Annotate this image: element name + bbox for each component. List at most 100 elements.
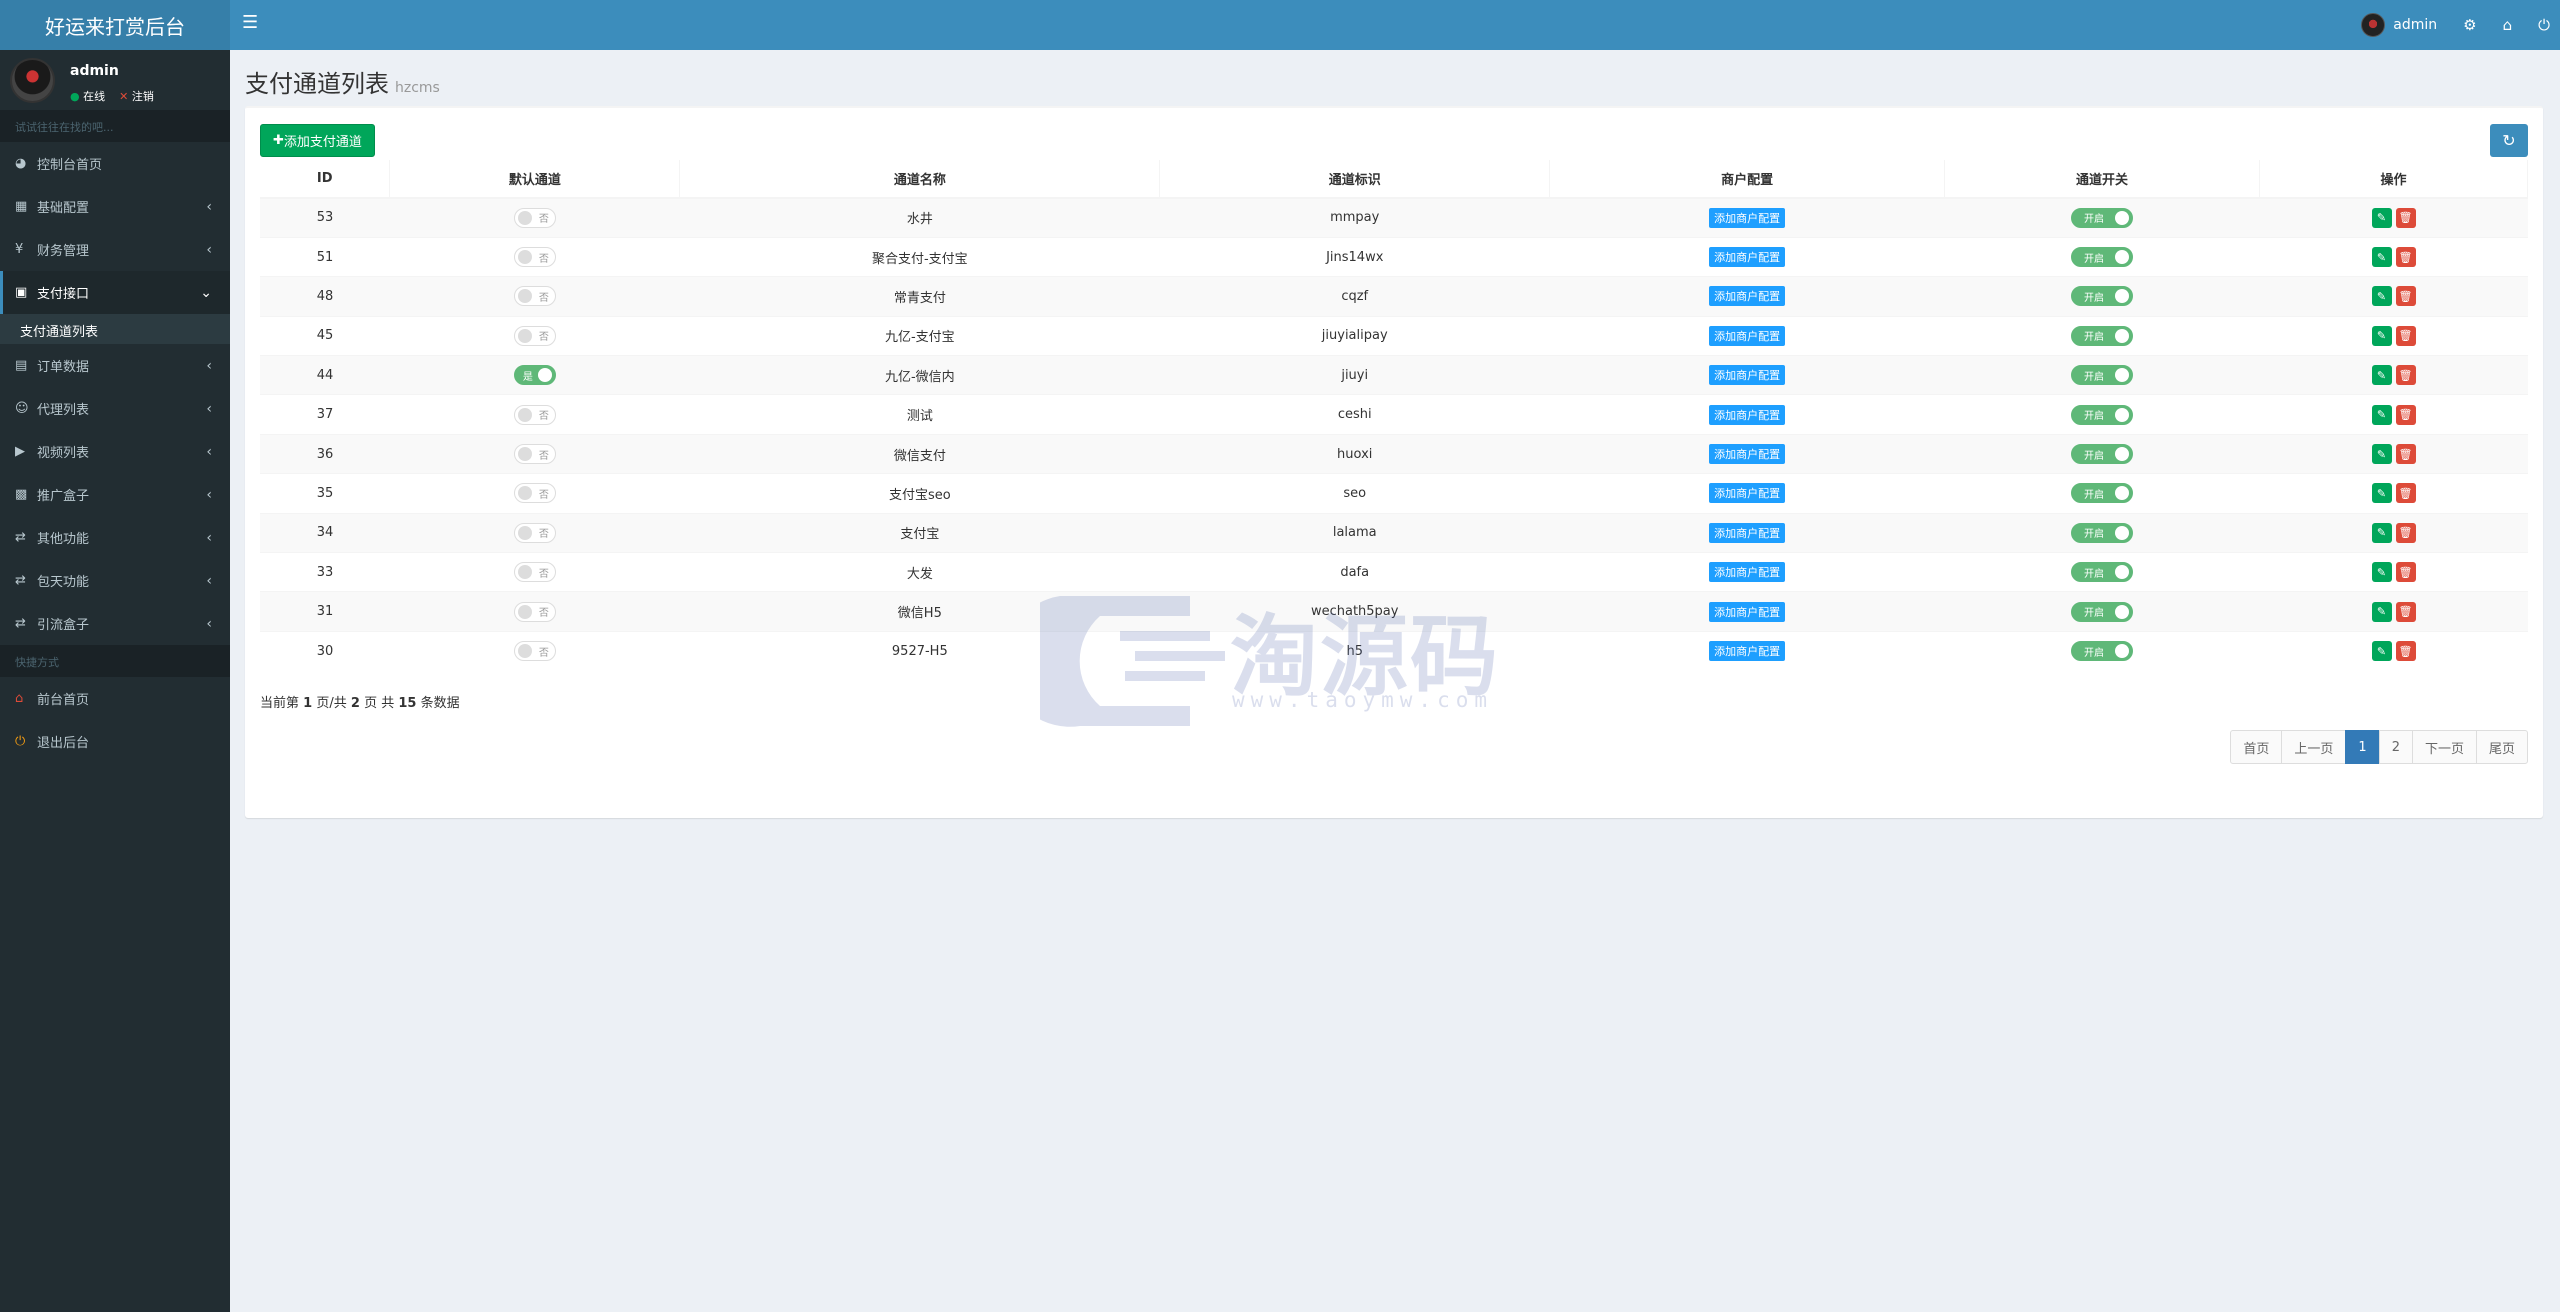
default-channel-toggle[interactable]: 否 bbox=[513, 247, 556, 268]
channel-enable-toggle[interactable]: 开启 bbox=[2071, 207, 2134, 228]
toggle-label: 否 bbox=[538, 292, 549, 304]
page-1-button[interactable]: 1 bbox=[2345, 730, 2380, 764]
edit-button[interactable]: ✎ bbox=[2371, 207, 2392, 228]
channel-enable-toggle[interactable]: 开启 bbox=[2071, 601, 2134, 622]
sidebar-toggle-icon[interactable]: ☰ bbox=[242, 12, 258, 34]
delete-button[interactable]: 🗑 bbox=[2395, 207, 2416, 228]
edit-button[interactable]: ✎ bbox=[2371, 444, 2392, 465]
refresh-button[interactable]: ↻ bbox=[2490, 124, 2528, 157]
sidebar-item-promo-box[interactable]: ▩ 推广盒子 ‹ bbox=[0, 473, 230, 516]
page-last-button[interactable]: 尾页 bbox=[2475, 730, 2528, 764]
add-merchant-config-button[interactable]: 添加商户配置 bbox=[1709, 601, 1786, 622]
delete-button[interactable]: 🗑 bbox=[2395, 444, 2416, 465]
column-header-default[interactable]: 默认通道 bbox=[389, 160, 681, 199]
delete-button[interactable]: 🗑 bbox=[2395, 483, 2416, 504]
add-merchant-config-button[interactable]: 添加商户配置 bbox=[1709, 522, 1786, 543]
default-channel-toggle[interactable]: 否 bbox=[513, 562, 556, 583]
edit-button[interactable]: ✎ bbox=[2371, 325, 2392, 346]
sidebar-item-daily[interactable]: ⇄ 包天功能 ‹ bbox=[0, 559, 230, 602]
delete-button[interactable]: 🗑 bbox=[2395, 365, 2416, 386]
add-channel-button[interactable]: ✚ 添加支付通道 bbox=[260, 124, 375, 157]
default-channel-toggle[interactable]: 否 bbox=[513, 207, 556, 228]
edit-button[interactable]: ✎ bbox=[2371, 404, 2392, 425]
sidebar-item-payment[interactable]: ▣ 支付接口 ⌄ bbox=[0, 271, 230, 314]
app-logo[interactable]: 好运来打赏后台 bbox=[0, 0, 230, 50]
add-merchant-config-button[interactable]: 添加商户配置 bbox=[1709, 286, 1786, 307]
edit-button[interactable]: ✎ bbox=[2371, 562, 2392, 583]
add-merchant-config-button[interactable]: 添加商户配置 bbox=[1709, 325, 1786, 346]
add-merchant-config-button[interactable]: 添加商户配置 bbox=[1709, 404, 1786, 425]
default-channel-toggle[interactable]: 否 bbox=[513, 444, 556, 465]
column-header-merchant[interactable]: 商户配置 bbox=[1549, 160, 1946, 199]
delete-button[interactable]: 🗑 bbox=[2395, 522, 2416, 543]
channel-enable-toggle[interactable]: 开启 bbox=[2071, 444, 2134, 465]
edit-button[interactable]: ✎ bbox=[2371, 522, 2392, 543]
channel-enable-toggle[interactable]: 开启 bbox=[2071, 404, 2134, 425]
page-prev-button[interactable]: 上一页 bbox=[2281, 730, 2347, 764]
add-merchant-config-button[interactable]: 添加商户配置 bbox=[1709, 641, 1786, 662]
sidebar-item-basic-config[interactable]: ▦ 基础配置 ‹ bbox=[0, 185, 230, 228]
add-merchant-config-button[interactable]: 添加商户配置 bbox=[1709, 444, 1786, 465]
edit-button[interactable]: ✎ bbox=[2371, 365, 2392, 386]
settings-icon[interactable]: ⚙ bbox=[2463, 16, 2476, 34]
channel-enable-toggle[interactable]: 开启 bbox=[2071, 247, 2134, 268]
channel-enable-toggle[interactable]: 开启 bbox=[2071, 365, 2134, 386]
delete-button[interactable]: 🗑 bbox=[2395, 325, 2416, 346]
delete-button[interactable]: 🗑 bbox=[2395, 601, 2416, 622]
column-header-code[interactable]: 通道标识 bbox=[1159, 160, 1551, 199]
add-merchant-config-button[interactable]: 添加商户配置 bbox=[1709, 562, 1786, 583]
user-menu[interactable]: admin bbox=[2361, 13, 2437, 37]
default-channel-toggle[interactable]: 是 bbox=[513, 365, 556, 386]
channel-enable-toggle[interactable]: 开启 bbox=[2071, 562, 2134, 583]
default-channel-toggle[interactable]: 否 bbox=[513, 404, 556, 425]
add-merchant-config-button[interactable]: 添加商户配置 bbox=[1709, 207, 1786, 228]
edit-button[interactable]: ✎ bbox=[2371, 641, 2392, 662]
channel-enable-toggle[interactable]: 开启 bbox=[2071, 522, 2134, 543]
sidebar-item-exit[interactable]: ⏻ 退出后台 bbox=[0, 720, 230, 763]
sidebar-item-agents[interactable]: ☺ 代理列表 ‹ bbox=[0, 387, 230, 430]
logout-link[interactable]: ✕ 注销 bbox=[119, 88, 154, 104]
home-icon[interactable]: ⌂ bbox=[2503, 16, 2513, 34]
sidebar-item-orders[interactable]: ▤ 订单数据 ‹ bbox=[0, 344, 230, 387]
sidebar-item-finance[interactable]: ¥ 财务管理 ‹ bbox=[0, 228, 230, 271]
default-channel-toggle[interactable]: 否 bbox=[513, 483, 556, 504]
sidebar-item-videos[interactable]: ▶ 视频列表 ‹ bbox=[0, 430, 230, 473]
column-header-name[interactable]: 通道名称 bbox=[679, 160, 1161, 199]
default-channel-toggle[interactable]: 否 bbox=[513, 601, 556, 622]
power-icon[interactable]: ⏻ bbox=[2538, 16, 2550, 34]
add-merchant-config-button[interactable]: 添加商户配置 bbox=[1709, 483, 1786, 504]
toggle-label: 否 bbox=[538, 332, 549, 344]
edit-button[interactable]: ✎ bbox=[2371, 286, 2392, 307]
page-next-button[interactable]: 下一页 bbox=[2411, 730, 2477, 764]
channel-enable-toggle[interactable]: 开启 bbox=[2071, 286, 2134, 307]
edit-button[interactable]: ✎ bbox=[2371, 483, 2392, 504]
edit-button[interactable]: ✎ bbox=[2371, 601, 2392, 622]
channel-enable-toggle[interactable]: 开启 bbox=[2071, 325, 2134, 346]
sidebar-item-frontend-home[interactable]: ⌂ 前台首页 bbox=[0, 677, 230, 720]
delete-button[interactable]: 🗑 bbox=[2395, 247, 2416, 268]
delete-button[interactable]: 🗑 bbox=[2395, 562, 2416, 583]
sidebar-item-traffic-box[interactable]: ⇄ 引流盒子 ‹ bbox=[0, 602, 230, 645]
sidebar-item-dashboard[interactable]: ◕ 控制台首页 bbox=[0, 142, 230, 185]
default-channel-toggle[interactable]: 否 bbox=[513, 286, 556, 307]
default-channel-toggle[interactable]: 否 bbox=[513, 522, 556, 543]
user-name: admin bbox=[2393, 17, 2438, 33]
channel-enable-toggle[interactable]: 开启 bbox=[2071, 483, 2134, 504]
delete-button[interactable]: 🗑 bbox=[2395, 641, 2416, 662]
edit-button[interactable]: ✎ bbox=[2371, 247, 2392, 268]
default-channel-toggle[interactable]: 否 bbox=[513, 641, 556, 662]
sidebar-search-hint[interactable]: 试试往往在找的吧... bbox=[0, 110, 230, 142]
add-merchant-config-button[interactable]: 添加商户配置 bbox=[1709, 365, 1786, 386]
cell-name: 测试 bbox=[679, 394, 1160, 435]
default-channel-toggle[interactable]: 否 bbox=[513, 325, 556, 346]
sidebar-subitem-channel-list[interactable]: 支付通道列表 bbox=[0, 314, 230, 344]
channel-enable-toggle[interactable]: 开启 bbox=[2071, 641, 2134, 662]
column-header-enabled[interactable]: 通道开关 bbox=[1944, 160, 2260, 199]
delete-button[interactable]: 🗑 bbox=[2395, 286, 2416, 307]
add-merchant-config-button[interactable]: 添加商户配置 bbox=[1709, 247, 1786, 268]
sidebar-item-other[interactable]: ⇄ 其他功能 ‹ bbox=[0, 516, 230, 559]
column-header-id[interactable]: ID bbox=[260, 160, 391, 199]
page-first-button[interactable]: 首页 bbox=[2230, 730, 2283, 764]
delete-button[interactable]: 🗑 bbox=[2395, 404, 2416, 425]
page-2-button[interactable]: 2 bbox=[2378, 730, 2413, 764]
